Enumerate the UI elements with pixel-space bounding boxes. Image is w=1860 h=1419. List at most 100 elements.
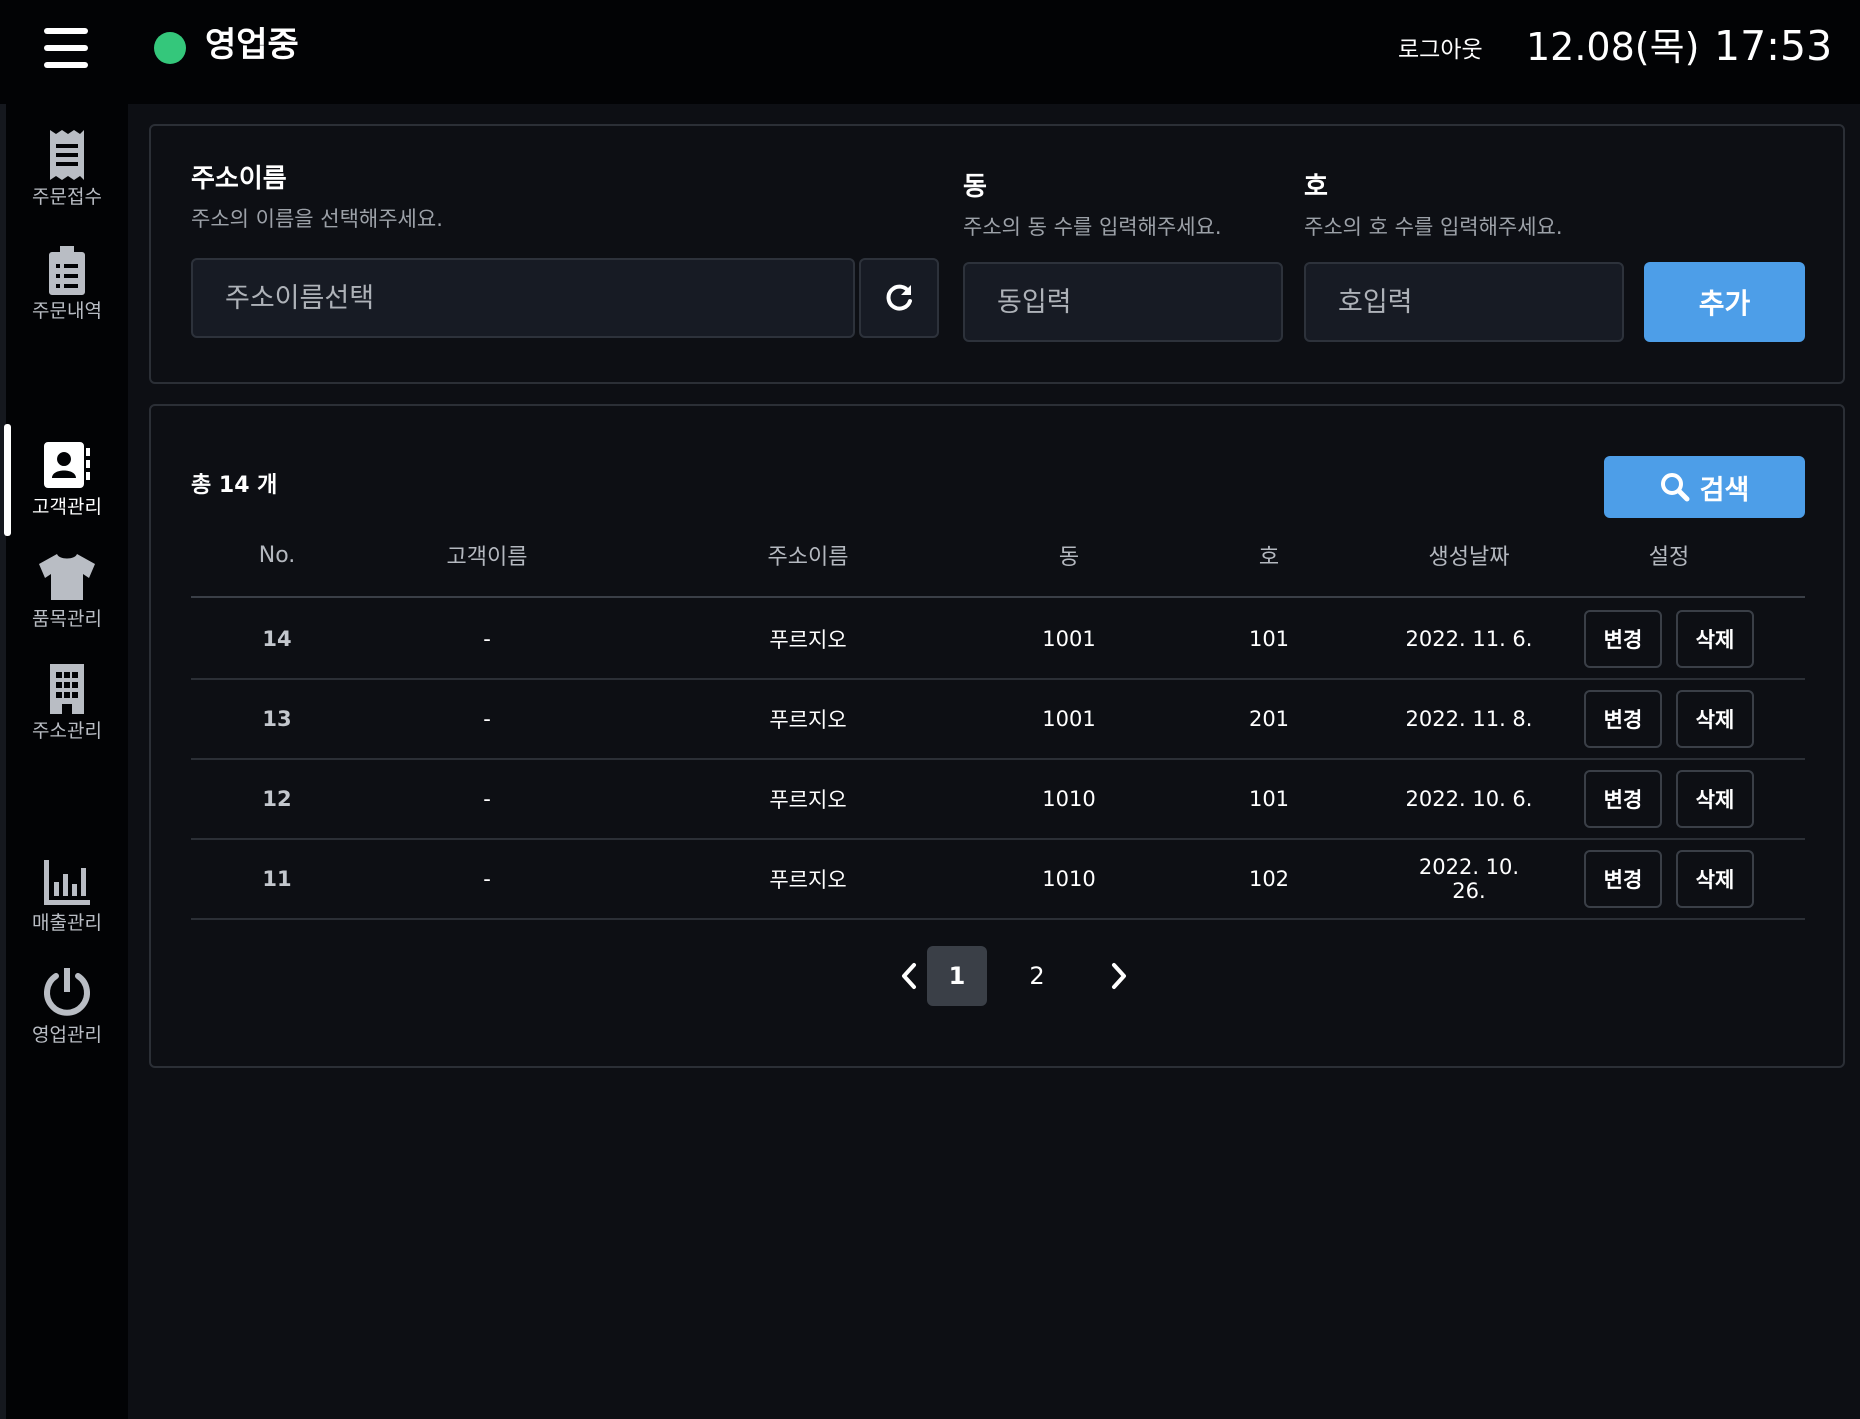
row-date: 2022. 11. 6.: [1405, 627, 1533, 651]
current-time: 17:53: [1714, 22, 1833, 70]
delete-button[interactable]: 삭제: [1676, 770, 1754, 828]
page-button-2[interactable]: 2: [1007, 946, 1067, 1006]
sidebar-item-order-receive[interactable]: 주문접수: [6, 128, 128, 228]
address-name-desc: 주소의 이름을 선택해주세요.: [191, 207, 443, 231]
next-page-button[interactable]: [1089, 946, 1149, 1006]
sidebar-item-business[interactable]: 영업관리: [6, 966, 128, 1066]
column-header: No.: [258, 542, 296, 568]
search-button[interactable]: 검색: [1604, 456, 1805, 518]
column-header: 주소이름: [767, 545, 849, 570]
edit-button[interactable]: 변경: [1584, 850, 1662, 908]
edit-button[interactable]: 변경: [1584, 770, 1662, 828]
row-address: 푸르지오: [769, 868, 847, 892]
table-row: 13 - 푸르지오 1001 201 2022. 11. 8. 변경 삭제: [191, 680, 1805, 760]
total-count: 총 14 개: [191, 473, 278, 498]
top-bar: 영업중 로그아웃 12.08(목) 17:53: [0, 0, 1860, 104]
row-customer: -: [483, 627, 491, 651]
row-address: 푸르지오: [769, 628, 847, 652]
table-header: No. 고객이름 주소이름 동 호 생성날짜 설정: [191, 514, 1805, 598]
row-dong: 1001: [1042, 707, 1096, 731]
edit-button[interactable]: 변경: [1584, 610, 1662, 668]
row-dong: 1010: [1042, 867, 1096, 891]
row-ho: 101: [1248, 627, 1290, 651]
page-button-1[interactable]: 1: [927, 946, 987, 1006]
address-list-card: 총 14 개 검색 No. 고객이름 주소이름 동 호 생성날짜 설정 14 -…: [149, 404, 1845, 1068]
row-no: 13: [262, 707, 292, 731]
current-date: 12.08(목): [1526, 25, 1700, 69]
sidebar-item-label: 고객관리: [32, 496, 102, 518]
address-form-card: 주소이름 주소의 이름을 선택해주세요. 동 주소의 동 수를 입력해주세요. …: [149, 124, 1845, 384]
hamburger-menu-icon[interactable]: [44, 28, 88, 68]
row-no: 12: [262, 787, 292, 811]
business-status: 영업중: [205, 25, 299, 65]
column-header: 동: [1058, 545, 1080, 570]
delete-button[interactable]: 삭제: [1676, 610, 1754, 668]
row-dong: 1010: [1042, 787, 1096, 811]
row-date: 2022. 10. 6.: [1405, 787, 1533, 811]
row-actions: 변경 삭제: [1533, 690, 1805, 748]
ho-title: 호: [1304, 172, 1328, 202]
refresh-icon: [886, 284, 912, 311]
row-no: 11: [262, 867, 292, 891]
add-button[interactable]: 추가: [1644, 262, 1805, 342]
row-customer: -: [483, 707, 491, 731]
row-address: 푸르지오: [769, 788, 847, 812]
pagination: 1 2: [151, 946, 1847, 1006]
sidebar-item-sales[interactable]: 매출관리: [6, 854, 128, 954]
table-row: 12 - 푸르지오 1010 101 2022. 10. 6. 변경 삭제: [191, 760, 1805, 840]
sidebar-item-items[interactable]: 품목관리: [6, 550, 128, 650]
column-header: 고객이름: [446, 545, 528, 570]
sidebar-item-label: 주문내역: [32, 300, 102, 322]
refresh-button[interactable]: [859, 258, 939, 338]
sidebar-item-label: 주문접수: [32, 186, 102, 208]
row-actions: 변경 삭제: [1533, 770, 1805, 828]
ho-desc: 주소의 호 수를 입력해주세요.: [1304, 215, 1563, 239]
sidebar: 주문접수 주문내역 고객관리 품목관리 주소관리 매출관리 영업관리: [0, 104, 128, 1419]
sidebar-item-address[interactable]: 주소관리: [6, 662, 128, 762]
dong-input[interactable]: [963, 262, 1283, 342]
search-icon: [1660, 473, 1690, 502]
status-indicator-icon: [154, 32, 186, 64]
logout-button[interactable]: 로그아웃: [1398, 32, 1483, 68]
sidebar-item-label: 매출관리: [32, 912, 102, 934]
row-date: 2022. 10. 26.: [1418, 855, 1520, 903]
dong-desc: 주소의 동 수를 입력해주세요.: [963, 215, 1222, 239]
receipt-icon: [50, 130, 84, 180]
row-dong: 1001: [1042, 627, 1096, 651]
ho-input[interactable]: [1304, 262, 1624, 342]
shirt-icon: [39, 554, 95, 600]
clipboard-list-icon: [49, 246, 85, 295]
sidebar-item-order-history[interactable]: 주문내역: [6, 242, 128, 342]
bar-chart-icon: [44, 860, 90, 905]
building-icon: [50, 664, 84, 714]
row-actions: 변경 삭제: [1533, 610, 1805, 668]
dong-title: 동: [963, 172, 987, 202]
address-name-select[interactable]: [191, 258, 855, 338]
row-customer: -: [483, 867, 491, 891]
chevron-left-icon: [902, 963, 916, 989]
edit-button[interactable]: 변경: [1584, 690, 1662, 748]
delete-button[interactable]: 삭제: [1676, 850, 1754, 908]
search-button-label: 검색: [1699, 474, 1750, 506]
column-header: 생성날짜: [1428, 545, 1510, 570]
address-name-title: 주소이름: [191, 164, 287, 194]
column-header: 설정: [1648, 545, 1690, 570]
chevron-right-icon: [1112, 963, 1126, 989]
row-ho: 201: [1248, 707, 1290, 731]
sidebar-item-label: 주소관리: [32, 720, 102, 742]
column-header: 호: [1258, 545, 1280, 570]
power-icon: [44, 968, 90, 1016]
sidebar-item-label: 영업관리: [32, 1024, 102, 1046]
row-ho: 101: [1248, 787, 1290, 811]
row-date: 2022. 11. 8.: [1405, 707, 1533, 731]
table-row: 11 - 푸르지오 1010 102 2022. 10. 26. 변경 삭제: [191, 840, 1805, 920]
table-row: 14 - 푸르지오 1001 101 2022. 11. 6. 변경 삭제: [191, 600, 1805, 680]
row-ho: 102: [1248, 867, 1290, 891]
row-actions: 변경 삭제: [1533, 850, 1805, 908]
app-root: 영업중 로그아웃 12.08(목) 17:53 주문접수 주문내역 고객관리 품…: [0, 0, 1860, 1419]
row-no: 14: [262, 627, 292, 651]
sidebar-item-label: 품목관리: [32, 608, 102, 630]
row-address: 푸르지오: [769, 708, 847, 732]
delete-button[interactable]: 삭제: [1676, 690, 1754, 748]
sidebar-item-customer[interactable]: 고객관리: [6, 438, 128, 538]
